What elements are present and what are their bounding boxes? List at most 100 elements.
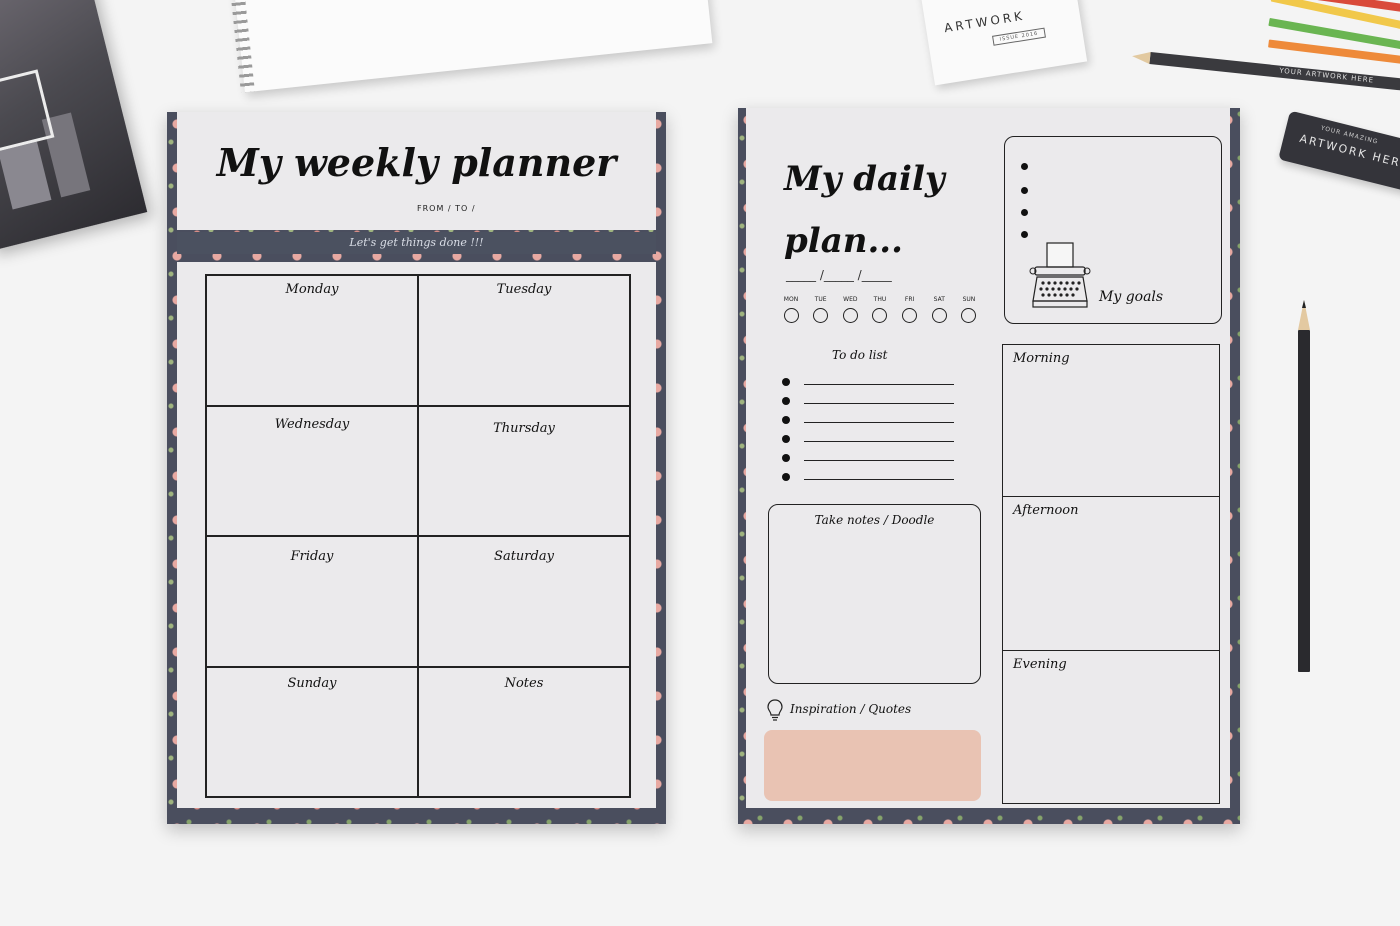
weekday-sun[interactable]: SUN: [958, 296, 980, 323]
todo-item[interactable]: [782, 416, 957, 426]
weekday-label: MON: [783, 296, 799, 303]
day-label: Thursday: [493, 420, 555, 436]
quote-box[interactable]: [764, 730, 981, 801]
weekly-body: Monday Tuesday Wednesday Thursday Friday…: [177, 262, 656, 808]
todo-bullet: [782, 397, 790, 405]
todo-item[interactable]: [782, 397, 957, 407]
day-label: Friday: [290, 549, 334, 564]
weekday-mon[interactable]: MON: [780, 296, 802, 323]
weekday-fri[interactable]: FRI: [899, 296, 921, 323]
notes-cell[interactable]: Notes: [418, 666, 630, 797]
day-cell-friday[interactable]: Friday: [206, 536, 418, 667]
daily-plan-page: My daily plan... _____ /_____ /_____ MON…: [738, 108, 1240, 824]
todo-line: [804, 460, 954, 461]
weekday-label: TUE: [814, 296, 827, 303]
weekday-label: SAT: [933, 296, 945, 303]
todo-line: [804, 403, 954, 404]
photo-building: [0, 141, 52, 210]
notebook-spiral: [229, 0, 255, 93]
todo-bullet: [782, 435, 790, 443]
spiral-notebook: [229, 0, 713, 93]
weekly-planner-page: My weekly planner FROM / TO / Let's get …: [167, 112, 666, 824]
day-label: Monday: [285, 282, 339, 297]
notes-doodle-box[interactable]: Take notes / Doodle: [768, 504, 981, 684]
weekday-tue[interactable]: TUE: [810, 296, 832, 323]
todo-item[interactable]: [782, 435, 957, 445]
weekly-date-range: FROM / TO /: [417, 204, 476, 213]
card-brand: ARTWORK: [943, 8, 1026, 36]
goal-bullet: [1021, 231, 1028, 238]
pencil-text: YOUR ARTWORK HERE: [1278, 66, 1375, 85]
standing-pencil: [1298, 300, 1310, 672]
todo-title: To do list: [832, 348, 888, 362]
slot-label: Afternoon: [1013, 503, 1079, 518]
eraser: YOUR AMAZING ARTWORK HERE: [1278, 110, 1400, 196]
weekday-label: THU: [873, 296, 887, 303]
daily-paper: My daily plan... _____ /_____ /_____ MON…: [746, 108, 1230, 808]
inspiration-label: Inspiration / Quotes: [790, 702, 912, 716]
daily-date-line: _____ /_____ /_____: [786, 268, 892, 282]
weekly-header: My weekly planner FROM / TO /: [177, 112, 656, 230]
slot-morning[interactable]: Morning: [1003, 345, 1219, 497]
todo-line: [804, 384, 954, 385]
weekday-circle[interactable]: [961, 308, 977, 323]
weekly-tagline: Let's get things done !!!: [177, 232, 656, 254]
notes-label: Take notes / Doodle: [814, 513, 935, 527]
todo-bullet: [782, 378, 790, 386]
card-issue: ISSUE 2016: [992, 27, 1046, 46]
typewriter-icon: [1029, 242, 1091, 308]
inspiration-header: Inspiration / Quotes: [766, 698, 911, 726]
todo-line: [804, 479, 954, 480]
weekday-label: SUN: [962, 296, 976, 303]
day-label: Tuesday: [496, 282, 552, 297]
day-label: Saturday: [494, 549, 554, 564]
notes-label: Notes: [504, 675, 544, 691]
todo-bullet: [782, 473, 790, 481]
slot-evening[interactable]: Evening: [1003, 651, 1219, 803]
day-label: Wednesday: [274, 416, 350, 432]
goal-bullet: [1021, 187, 1028, 194]
todo-line: [804, 422, 954, 423]
day-cell-wednesday[interactable]: Wednesday: [206, 405, 418, 536]
weekday-label: WED: [843, 296, 858, 303]
todo-item[interactable]: [782, 378, 957, 388]
todo-bullet: [782, 454, 790, 462]
business-card: ARTWORK ISSUE 2016: [918, 0, 1088, 86]
pencil-tip: [1131, 50, 1151, 64]
weekday-tracker: MON TUE WED THU FRI SAT SUN: [780, 296, 980, 323]
weekday-sat[interactable]: SAT: [928, 296, 950, 323]
goals-label: My goals: [1099, 289, 1164, 305]
weekday-circle[interactable]: [842, 308, 858, 323]
weekday-circle[interactable]: [872, 308, 888, 323]
slot-afternoon[interactable]: Afternoon: [1003, 497, 1219, 651]
day-cell-saturday[interactable]: Saturday: [418, 536, 630, 667]
scene: ARTWORK ISSUE 2016 YOUR ARTWORK HERE YOU…: [0, 0, 1400, 926]
weekday-circle[interactable]: [813, 308, 829, 323]
day-cell-monday[interactable]: Monday: [206, 275, 418, 406]
day-cell-thursday[interactable]: Thursday: [418, 405, 630, 536]
pencil-lead: [1302, 300, 1306, 308]
weekday-circle[interactable]: [902, 308, 918, 323]
todo-item[interactable]: [782, 454, 957, 464]
goals-box[interactable]: My goals: [1004, 136, 1222, 324]
slot-label: Evening: [1013, 657, 1067, 672]
todo-bullet: [782, 416, 790, 424]
weekday-thu[interactable]: THU: [869, 296, 891, 323]
slot-label: Morning: [1013, 351, 1070, 366]
day-cell-sunday[interactable]: Sunday: [206, 666, 418, 797]
weekday-wed[interactable]: WED: [839, 296, 861, 323]
week-grid: Monday Tuesday Wednesday Thursday Friday…: [205, 274, 631, 798]
lightbulb-icon: [767, 699, 783, 721]
todo-item[interactable]: [782, 473, 957, 483]
daily-title-line1: My daily: [784, 159, 945, 199]
city-photo: [0, 0, 148, 251]
daily-title-line2: plan...: [784, 221, 903, 261]
todo-line: [804, 441, 954, 442]
weekday-circle[interactable]: [783, 308, 799, 323]
goal-bullet: [1021, 209, 1028, 216]
weekday-label: FRI: [904, 296, 915, 303]
day-schedule: Morning Afternoon Evening: [1002, 344, 1220, 804]
weekday-circle[interactable]: [931, 308, 947, 323]
daily-title: My daily plan...: [784, 148, 945, 272]
day-cell-tuesday[interactable]: Tuesday: [418, 275, 630, 406]
